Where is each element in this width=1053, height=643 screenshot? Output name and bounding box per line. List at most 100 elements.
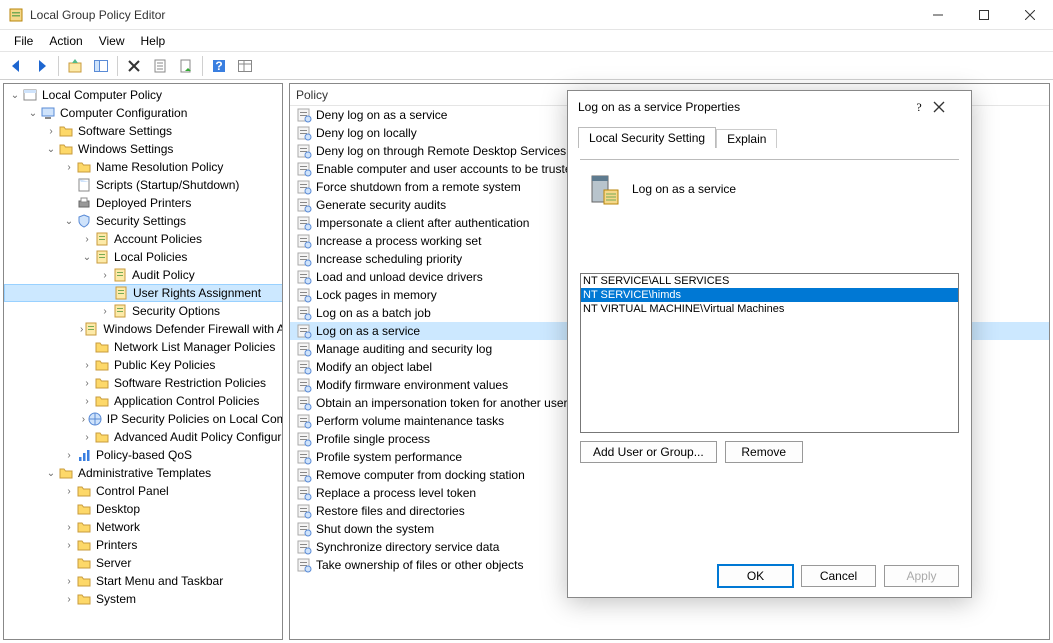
- ok-button[interactable]: OK: [718, 565, 793, 587]
- chevron-right-icon[interactable]: ›: [80, 432, 94, 443]
- chevron-right-icon[interactable]: ›: [44, 126, 58, 137]
- tree-item[interactable]: ⌄Windows Settings: [4, 140, 283, 158]
- tree-item-label: Windows Defender Firewall with Advanced …: [103, 322, 283, 336]
- chevron-right-icon[interactable]: ›: [62, 540, 76, 551]
- policy-item-icon: [296, 125, 312, 141]
- export-list-button[interactable]: [174, 54, 198, 78]
- chevron-right-icon[interactable]: ›: [62, 486, 76, 497]
- tree-panel[interactable]: ⌄Local Computer Policy⌄Computer Configur…: [3, 83, 283, 640]
- toolbar: ?: [0, 52, 1053, 80]
- tree-item[interactable]: ›Public Key Policies: [4, 356, 283, 374]
- tab-explain[interactable]: Explain: [716, 129, 777, 148]
- tree-item[interactable]: •Server: [4, 554, 283, 572]
- minimize-button[interactable]: [915, 0, 961, 30]
- cancel-button[interactable]: Cancel: [801, 565, 876, 587]
- tree-item[interactable]: ›Software Restriction Policies: [4, 374, 283, 392]
- menu-help[interactable]: Help: [133, 32, 174, 50]
- chevron-down-icon[interactable]: ⌄: [44, 468, 58, 479]
- help-button[interactable]: ?: [207, 54, 231, 78]
- properties-dialog: Log on as a service Properties ? Local S…: [567, 90, 972, 598]
- tree-item[interactable]: › Application Control Policies: [4, 392, 283, 410]
- remove-button[interactable]: Remove: [725, 441, 803, 463]
- tree-item[interactable]: •Network List Manager Policies: [4, 338, 283, 356]
- folder-icon: [94, 339, 110, 355]
- tree-item[interactable]: › IP Security Policies on Local Computer: [4, 410, 283, 428]
- tree-item[interactable]: ›Control Panel: [4, 482, 283, 500]
- delete-button[interactable]: [122, 54, 146, 78]
- folder-icon: [58, 123, 74, 139]
- menu-view[interactable]: View: [91, 32, 133, 50]
- properties-button[interactable]: [148, 54, 172, 78]
- add-user-button[interactable]: Add User or Group...: [580, 441, 717, 463]
- list-item-label: Profile system performance: [316, 450, 462, 464]
- tree-item[interactable]: ⌄Local Computer Policy: [4, 86, 283, 104]
- tree-item[interactable]: •Scripts (Startup/Shutdown): [4, 176, 283, 194]
- forward-button[interactable]: [30, 54, 54, 78]
- tree-item[interactable]: ›Software Settings: [4, 122, 283, 140]
- tree-item[interactable]: ›Account Policies: [4, 230, 283, 248]
- tree-item[interactable]: ⌄Local Policies: [4, 248, 283, 266]
- chevron-down-icon[interactable]: ⌄: [80, 252, 94, 263]
- chevron-down-icon[interactable]: ⌄: [26, 108, 40, 119]
- filter-button[interactable]: [233, 54, 257, 78]
- account-row[interactable]: NT VIRTUAL MACHINE\Virtual Machines: [581, 302, 958, 316]
- tree-item[interactable]: •User Rights Assignment: [4, 284, 283, 302]
- chevron-right-icon[interactable]: ›: [80, 396, 94, 407]
- chevron-right-icon[interactable]: ›: [80, 360, 94, 371]
- chevron-right-icon[interactable]: ›: [98, 306, 112, 317]
- dialog-help-button[interactable]: ?: [905, 100, 933, 115]
- menu-action[interactable]: Action: [41, 32, 90, 50]
- chevron-right-icon[interactable]: ›: [62, 162, 76, 173]
- folder-icon: [94, 393, 110, 409]
- tree-item[interactable]: › Audit Policy: [4, 266, 283, 284]
- apply-button[interactable]: Apply: [884, 565, 959, 587]
- menu-file[interactable]: File: [6, 32, 41, 50]
- policy-item-icon: [296, 377, 312, 393]
- close-button[interactable]: [1007, 0, 1053, 30]
- tree-item-label: Application Control Policies: [114, 394, 259, 408]
- tree-item[interactable]: ›Start Menu and Taskbar: [4, 572, 283, 590]
- chevron-right-icon[interactable]: ›: [80, 414, 87, 425]
- tree-item[interactable]: •Desktop: [4, 500, 283, 518]
- tree-item-label: Network List Manager Policies: [114, 340, 275, 354]
- up-button[interactable]: [63, 54, 87, 78]
- chevron-down-icon[interactable]: ⌄: [62, 216, 76, 227]
- computer-icon: [40, 105, 56, 121]
- tree-item-label: Audit Policy: [132, 268, 195, 282]
- chevron-right-icon[interactable]: ›: [62, 576, 76, 587]
- chevron-right-icon[interactable]: ›: [62, 594, 76, 605]
- dialog-heading: Log on as a service: [632, 182, 736, 196]
- chevron-right-icon[interactable]: ›: [80, 378, 94, 389]
- tree-item[interactable]: ›Security Options: [4, 302, 283, 320]
- show-hide-tree-button[interactable]: [89, 54, 113, 78]
- account-row[interactable]: NT SERVICE\himds: [581, 288, 958, 302]
- tree-item[interactable]: ›Name Resolution Policy: [4, 158, 283, 176]
- maximize-button[interactable]: [961, 0, 1007, 30]
- chevron-down-icon[interactable]: ⌄: [44, 144, 58, 155]
- policy-item-icon: [296, 215, 312, 231]
- tree-item[interactable]: ›Printers: [4, 536, 283, 554]
- tree-item[interactable]: ›Advanced Audit Policy Configuration: [4, 428, 283, 446]
- tree-item[interactable]: ⌄Administrative Templates: [4, 464, 283, 482]
- tree-item[interactable]: ›Policy-based QoS: [4, 446, 283, 464]
- chevron-right-icon[interactable]: ›: [62, 522, 76, 533]
- chevron-right-icon[interactable]: ›: [62, 450, 76, 461]
- tree-item-label: IP Security Policies on Local Computer: [107, 412, 283, 426]
- account-row[interactable]: NT SERVICE\ALL SERVICES: [581, 274, 958, 288]
- tree-item[interactable]: •Deployed Printers: [4, 194, 283, 212]
- tree-item[interactable]: ›Network: [4, 518, 283, 536]
- accounts-list[interactable]: NT SERVICE\ALL SERVICESNT SERVICE\himdsN…: [580, 273, 959, 433]
- chevron-down-icon[interactable]: ⌄: [8, 90, 22, 101]
- tree-item[interactable]: ›System: [4, 590, 283, 608]
- tree-item-label: Desktop: [96, 502, 140, 516]
- list-item-label: Restore files and directories: [316, 504, 465, 518]
- dialog-close-button[interactable]: [933, 101, 961, 113]
- folder-icon: [94, 429, 110, 445]
- chevron-right-icon[interactable]: ›: [80, 234, 94, 245]
- tree-item[interactable]: ›Windows Defender Firewall with Advanced…: [4, 320, 283, 338]
- tree-item[interactable]: ⌄Security Settings: [4, 212, 283, 230]
- chevron-right-icon[interactable]: ›: [98, 270, 112, 281]
- back-button[interactable]: [4, 54, 28, 78]
- tab-local-security-setting[interactable]: Local Security Setting: [578, 127, 716, 148]
- tree-item[interactable]: ⌄Computer Configuration: [4, 104, 283, 122]
